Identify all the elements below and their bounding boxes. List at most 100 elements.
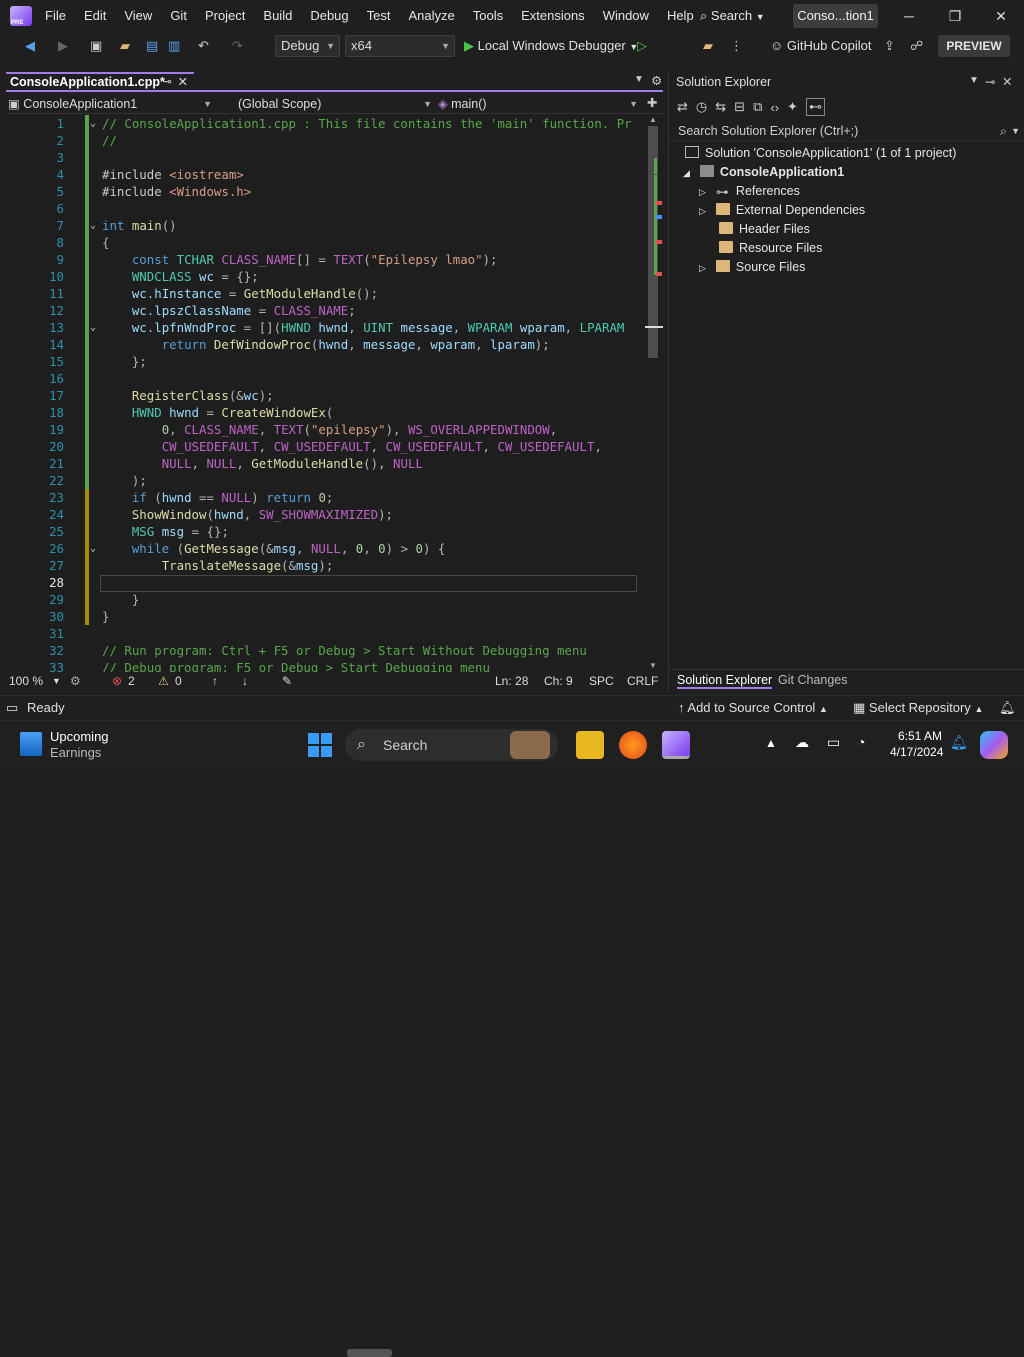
- close-tab-icon[interactable]: ✕: [178, 74, 188, 91]
- horizontal-scrollbar[interactable]: [337, 1349, 469, 1357]
- scope-combo[interactable]: (Global Scope) ▼: [238, 94, 438, 114]
- collapse-all-icon[interactable]: ⊟: [734, 99, 745, 115]
- code-line[interactable]: 7 ⌄ int main(): [6, 217, 644, 234]
- code-line[interactable]: 29 }: [6, 591, 644, 608]
- code-line[interactable]: 8{: [6, 234, 644, 251]
- undo-icon[interactable]: ↶: [198, 36, 209, 56]
- firefox-icon[interactable]: [619, 731, 647, 759]
- tab-solution-explorer[interactable]: Solution Explorer: [677, 673, 773, 689]
- tree-item-project[interactable]: ◢ ConsoleApplication1: [683, 163, 844, 182]
- save-all-icon[interactable]: ▥: [168, 36, 180, 56]
- fold-toggle-icon[interactable]: ⌄: [90, 217, 96, 234]
- menu-view[interactable]: View: [115, 0, 161, 32]
- tab-consoleapplication1-cpp[interactable]: ConsoleApplication1.cpp* ⊸ ✕: [6, 72, 194, 92]
- feedback-icon[interactable]: ☍: [910, 36, 923, 56]
- stock-chart-icon[interactable]: [20, 732, 42, 756]
- tree-item-solution[interactable]: Solution 'ConsoleApplication1' (1 of 1 p…: [685, 144, 956, 163]
- split-editor-icon[interactable]: ✚: [647, 95, 657, 110]
- share-icon[interactable]: ⇪: [884, 36, 895, 56]
- notifications-bell-icon[interactable]: 🔔︎: [999, 700, 1016, 716]
- chevron-right-icon[interactable]: ▷: [699, 206, 706, 216]
- scrollbar-thumb[interactable]: [347, 1349, 392, 1357]
- properties-icon[interactable]: ✦: [787, 99, 798, 115]
- code-line[interactable]: 15 };: [6, 353, 644, 370]
- code-line[interactable]: 10 WNDCLASS wc = {};: [6, 268, 644, 285]
- code-line[interactable]: 25 MSG msg = {};: [6, 523, 644, 540]
- menu-edit[interactable]: Edit: [75, 0, 115, 32]
- close-icon[interactable]: ✕: [978, 0, 1024, 32]
- panel-menu-icon[interactable]: ▼: [969, 75, 979, 86]
- column-number[interactable]: Ch: 9: [544, 672, 573, 690]
- visual-studio-taskbar-icon[interactable]: [662, 731, 690, 759]
- notification-bell-icon[interactable]: 🔔︎: [950, 734, 968, 751]
- code-line[interactable]: 11 wc.hInstance = GetModuleHandle();: [6, 285, 644, 302]
- indent-mode[interactable]: SPC: [589, 672, 614, 690]
- menu-analyze[interactable]: Analyze: [399, 0, 463, 32]
- code-line[interactable]: 19 0, CLASS_NAME, TEXT("epilepsy"), WS_O…: [6, 421, 644, 438]
- open-folder-icon[interactable]: ▰: [120, 36, 130, 56]
- tree-item-external-dependencies[interactable]: ▷ External Dependencies: [699, 201, 865, 220]
- line-ending[interactable]: CRLF: [627, 672, 658, 690]
- code-line[interactable]: 31: [6, 625, 644, 642]
- save-icon[interactable]: ▤: [146, 36, 158, 56]
- display-icon[interactable]: ▭: [827, 734, 840, 751]
- settings-gear-icon[interactable]: ⚙: [651, 73, 662, 88]
- add-to-source-control-button[interactable]: ↑ Add to Source Control ▲: [678, 700, 828, 715]
- menu-test[interactable]: Test: [358, 0, 400, 32]
- menu-git[interactable]: Git: [161, 0, 196, 32]
- close-icon[interactable]: ✕: [1002, 74, 1012, 89]
- taskbar-search-box[interactable]: ⌕ Search: [345, 729, 558, 761]
- toolbar-options-icon[interactable]: ⋮: [730, 36, 743, 56]
- fold-toggle-icon[interactable]: ⌄: [90, 540, 96, 557]
- minimize-icon[interactable]: ─: [886, 0, 932, 32]
- code-line[interactable]: 30}: [6, 608, 644, 625]
- switch-views-icon[interactable]: ⇆: [715, 99, 726, 115]
- forward-icon[interactable]: ▶: [58, 36, 68, 56]
- menu-file[interactable]: File: [36, 0, 75, 32]
- start-button-windows-icon[interactable]: [308, 733, 332, 757]
- github-copilot-button[interactable]: ☺ GitHub Copilot: [770, 36, 871, 56]
- scroll-up-icon[interactable]: ▲: [649, 115, 657, 124]
- solution-name-badge[interactable]: Conso...tion1: [793, 4, 878, 28]
- menu-help[interactable]: Help: [658, 0, 703, 32]
- previous-issue-icon[interactable]: ↑: [212, 672, 218, 690]
- code-line[interactable]: 18 HWND hwnd = CreateWindowEx(: [6, 404, 644, 421]
- code-line[interactable]: 32 // Run program: Ctrl + F5 or Debug > S…: [6, 642, 644, 659]
- code-line[interactable]: 17 RegisterClass(&wc);: [6, 387, 644, 404]
- chevron-down-icon[interactable]: ▼: [1011, 122, 1020, 141]
- tree-item-references[interactable]: ▷ ⊶ References: [699, 182, 800, 201]
- code-line[interactable]: 13 ⌄ wc.lpfnWndProc = [](HWND hwnd, UINT …: [6, 319, 644, 336]
- back-icon[interactable]: ◀: [25, 36, 35, 56]
- code-line[interactable]: 5 #include <Windows.h>: [6, 183, 644, 200]
- network-icon[interactable]: ☁: [795, 734, 809, 751]
- sync-icon[interactable]: ⇄: [677, 99, 688, 115]
- fold-toggle-icon[interactable]: ⌄: [90, 115, 96, 132]
- code-line[interactable]: 22 );: [6, 472, 644, 489]
- health-icon[interactable]: ⚙: [70, 672, 81, 690]
- tree-item-resource-files[interactable]: Resource Files: [719, 239, 822, 258]
- code-line[interactable]: 33 // Debug program: F5 or Debug > Start …: [6, 659, 644, 672]
- chevron-down-icon[interactable]: ▼: [52, 672, 61, 690]
- tab-list-icon[interactable]: ▼: [634, 74, 644, 85]
- configuration-select[interactable]: Debug ▼: [275, 35, 340, 57]
- show-all-files-icon[interactable]: ⧉: [753, 99, 762, 115]
- menu-tools[interactable]: Tools: [464, 0, 512, 32]
- code-line[interactable]: 4 #include <iostream>: [6, 166, 644, 183]
- menu-debug[interactable]: Debug: [301, 0, 357, 32]
- search-button[interactable]: ⌕ Search ▼: [700, 0, 765, 32]
- fold-toggle-icon[interactable]: ⌄: [90, 319, 96, 336]
- pin-icon[interactable]: ⊸: [985, 74, 995, 89]
- code-line[interactable]: 16: [6, 370, 644, 387]
- code-line[interactable]: 2 //: [6, 132, 644, 149]
- chevron-right-icon[interactable]: ▷: [699, 187, 706, 197]
- solution-folder-icon[interactable]: ▰: [703, 36, 713, 56]
- code-line[interactable]: 26 ⌄ while (GetMessage(&msg, NULL, 0, 0) …: [6, 540, 644, 557]
- history-icon[interactable]: ◷: [696, 99, 707, 115]
- code-icon[interactable]: ‹›: [770, 100, 779, 115]
- code-line[interactable]: 28: [6, 574, 644, 591]
- code-line[interactable]: 3: [6, 149, 644, 166]
- code-line[interactable]: 20 CW_USEDEFAULT, CW_USEDEFAULT, CW_USED…: [6, 438, 644, 455]
- code-line[interactable]: 21 NULL, NULL, GetModuleHandle(), NULL: [6, 455, 644, 472]
- redo-icon[interactable]: ↷: [232, 36, 243, 56]
- pin-icon[interactable]: ⊸: [163, 74, 172, 91]
